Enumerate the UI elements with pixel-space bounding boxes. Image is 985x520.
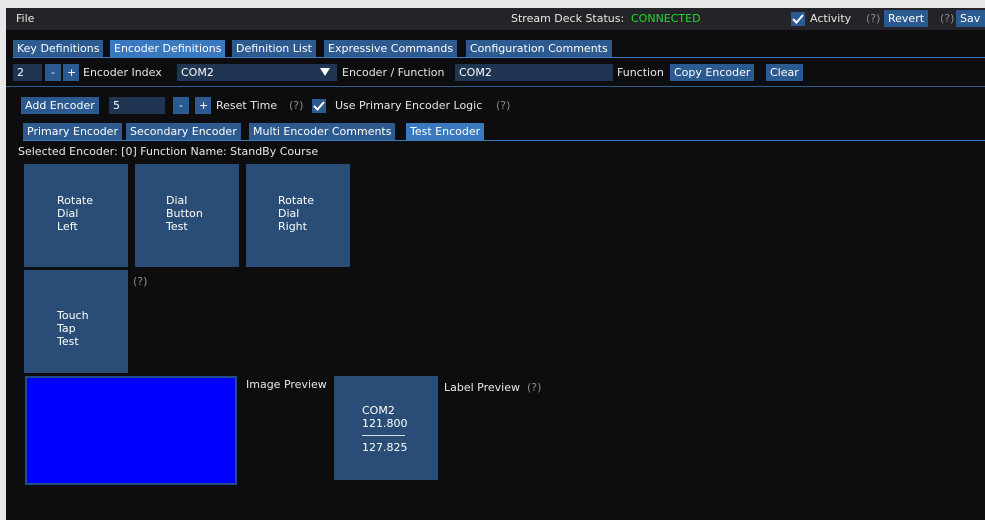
label-preview-divider	[362, 435, 405, 436]
tab-key-definitions[interactable]: Key Definitions	[13, 40, 104, 57]
touch-help[interactable]: (?)	[133, 274, 147, 290]
tile-line: Rotate	[278, 194, 315, 207]
image-preview	[25, 376, 237, 485]
count-decrement[interactable]: -	[173, 97, 189, 114]
reset-time-label: Reset Time	[216, 99, 278, 112]
tab-multi-encoder-comments[interactable]: Multi Encoder Comments	[249, 123, 396, 140]
label-preview: COM2 121.800 127.825	[334, 376, 438, 480]
use-primary-logic-label: Use Primary Encoder Logic	[335, 99, 483, 112]
tab-encoder-definitions[interactable]: Encoder Definitions	[110, 40, 226, 57]
tab-secondary-encoder[interactable]: Secondary Encoder	[126, 123, 241, 140]
tile-line: Dial	[278, 207, 300, 220]
section-divider	[6, 86, 985, 87]
tile-line: Button	[166, 207, 203, 220]
tile-line: Rotate	[57, 194, 94, 207]
dial-button-test-tile[interactable]: Dial Button Test	[135, 164, 239, 267]
app-window: File Stream Deck Status: CONNECTED Activ…	[6, 8, 985, 520]
use-primary-logic-checkbox[interactable]	[312, 99, 326, 113]
encoder-select-value: COM2	[181, 66, 214, 79]
tile-line: Dial	[57, 207, 79, 220]
encoder-function-label: Encoder / Function	[342, 66, 445, 79]
encoder-select[interactable]: COM2	[177, 64, 337, 81]
stream-deck-status-value: CONNECTED	[631, 12, 701, 25]
encoder-index-decrement[interactable]: -	[45, 64, 61, 81]
label-preview-caption: Label Preview	[444, 381, 520, 394]
tab-configuration-comments[interactable]: Configuration Comments	[466, 40, 612, 57]
tab-test-encoder[interactable]: Test Encoder	[406, 123, 485, 140]
copy-encoder-button[interactable]: Copy Encoder	[670, 64, 755, 81]
reset-time-help[interactable]: (?)	[289, 98, 303, 114]
label-preview-line3: 127.825	[362, 441, 408, 454]
tab-expressive-commands[interactable]: Expressive Commands	[324, 40, 458, 57]
revert-button[interactable]: Revert	[884, 10, 929, 27]
tile-line: Touch	[57, 309, 89, 322]
image-preview-label: Image Preview	[246, 378, 327, 391]
checkmark-icon	[792, 14, 804, 24]
tile-line: Tap	[57, 322, 76, 335]
tile-line: Test	[166, 220, 188, 233]
tile-line: Test	[57, 335, 79, 348]
label-preview-line2: 121.800	[362, 417, 408, 430]
selected-encoder-text: Selected Encoder: [0] Function Name: Sta…	[18, 145, 319, 158]
encoder-index-label: Encoder Index	[83, 66, 162, 79]
activity-label: Activity	[810, 12, 852, 25]
rotate-dial-right-tile[interactable]: Rotate Dial Right	[246, 164, 350, 267]
save-button[interactable]: Sav	[956, 10, 985, 27]
stream-deck-status-label: Stream Deck Status:	[511, 12, 625, 25]
encoder-count-input[interactable]: 5	[109, 97, 165, 114]
encoder-index-increment[interactable]: +	[63, 64, 79, 81]
revert-help[interactable]: (?)	[940, 11, 954, 27]
tab-primary-encoder[interactable]: Primary Encoder	[23, 123, 122, 140]
clear-button[interactable]: Clear	[766, 64, 803, 81]
function-caption: Function	[617, 66, 664, 79]
function-input[interactable]: COM2	[455, 64, 613, 81]
rotate-dial-left-tile[interactable]: Rotate Dial Left	[24, 164, 128, 267]
tab-underline	[13, 57, 985, 58]
label-preview-line1: COM2	[362, 404, 395, 417]
dropdown-arrow-icon[interactable]	[320, 68, 330, 76]
file-menu[interactable]: File	[16, 11, 34, 27]
tab-definition-list[interactable]: Definition List	[232, 40, 316, 57]
tile-line: Right	[278, 220, 307, 233]
tile-line: Dial	[166, 194, 188, 207]
label-preview-help[interactable]: (?)	[527, 380, 541, 396]
encoder-index-input[interactable]: 2	[13, 64, 42, 81]
tile-line: Left	[57, 220, 78, 233]
activity-checkbox[interactable]	[791, 12, 805, 26]
subtab-underline	[23, 140, 985, 141]
touch-tap-test-tile[interactable]: Touch Tap Test	[24, 270, 128, 373]
add-encoder-button[interactable]: Add Encoder	[21, 97, 99, 114]
primary-logic-help[interactable]: (?)	[496, 98, 510, 114]
activity-help[interactable]: (?)	[866, 11, 880, 27]
checkmark-icon	[313, 101, 325, 111]
count-increment[interactable]: +	[195, 97, 211, 114]
